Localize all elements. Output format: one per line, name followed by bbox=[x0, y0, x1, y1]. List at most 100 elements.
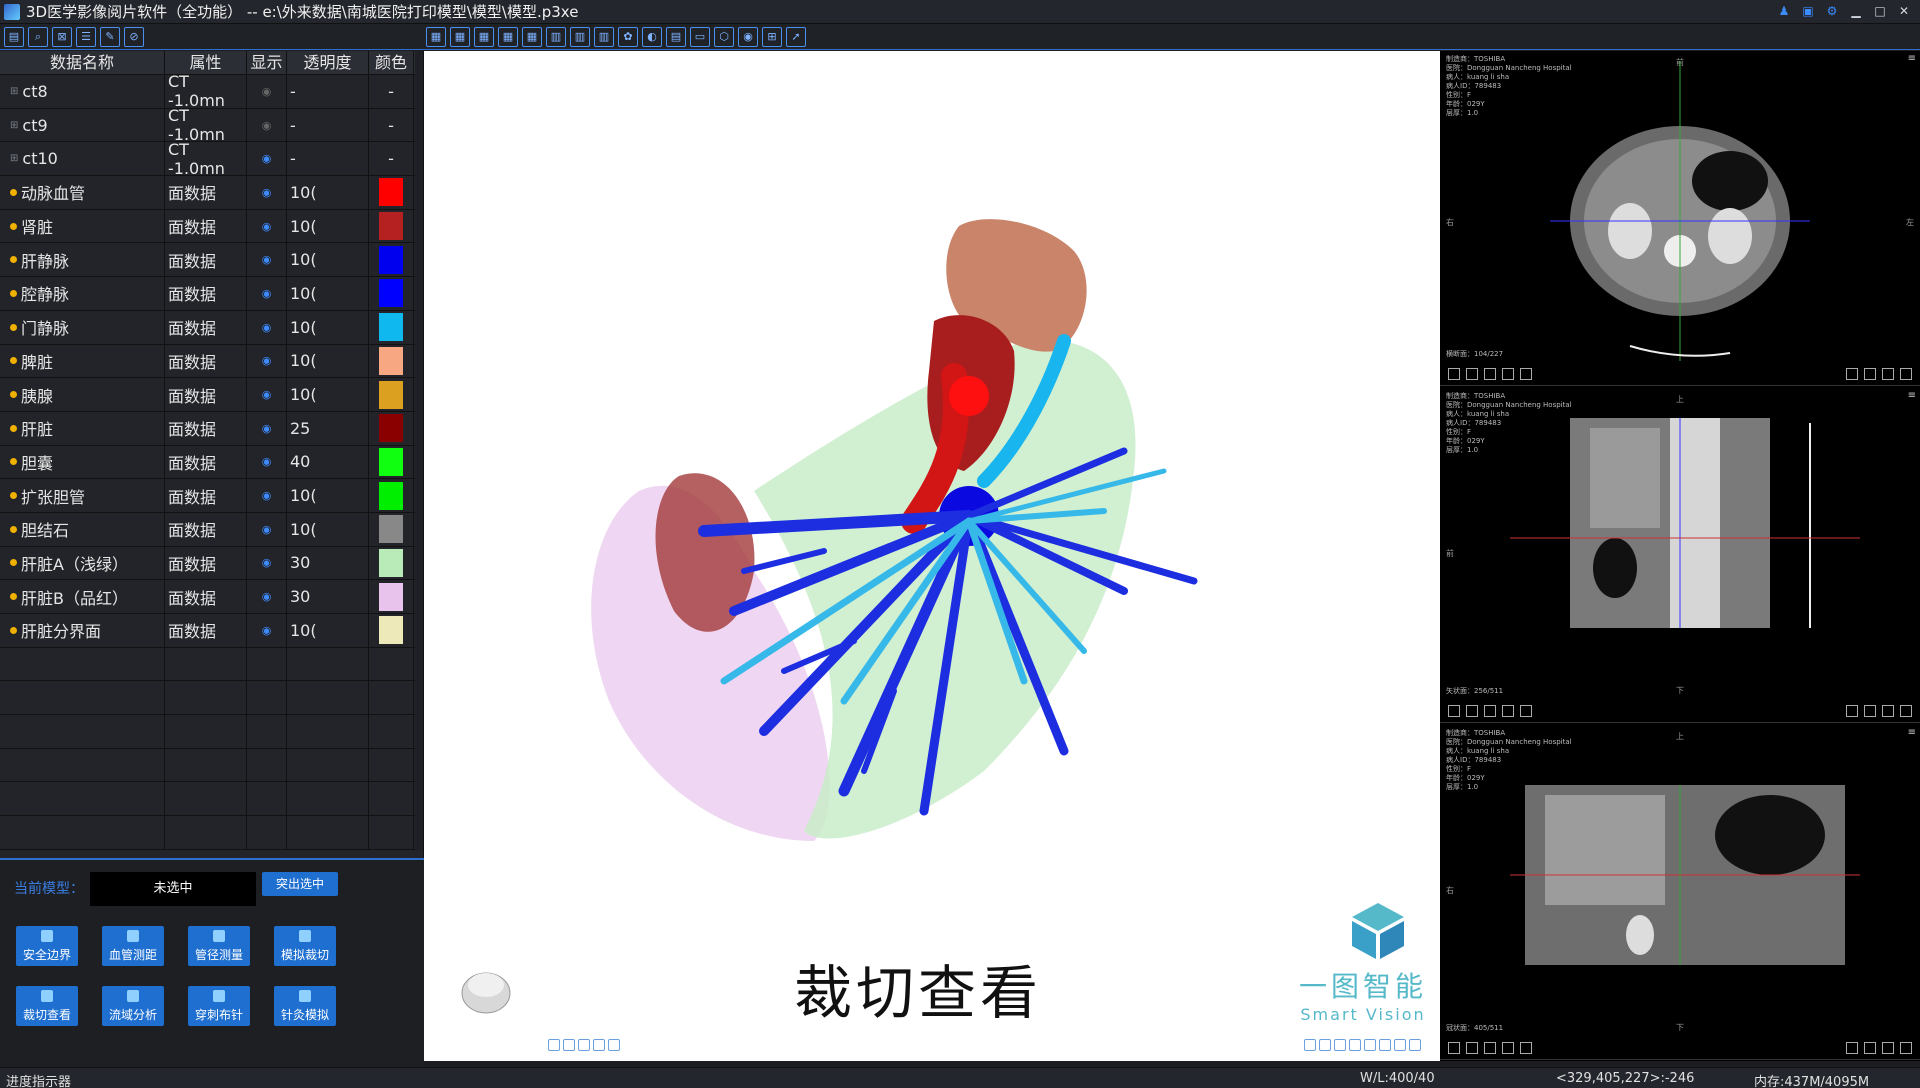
row-opacity-cell[interactable]: 10( bbox=[287, 479, 369, 512]
expand-icon[interactable]: ⊞ bbox=[10, 153, 18, 164]
visibility-eye-icon[interactable]: ◉ bbox=[247, 479, 287, 512]
row-name-cell[interactable]: 胆囊 bbox=[0, 445, 165, 479]
axial-prev-icon[interactable] bbox=[1466, 368, 1478, 380]
sagittal-pen-icon[interactable] bbox=[1846, 705, 1858, 717]
row-color-cell[interactable] bbox=[369, 344, 414, 378]
vp-render-6-icon[interactable] bbox=[1379, 1039, 1391, 1051]
vp-render-5-icon[interactable] bbox=[1364, 1039, 1376, 1051]
row-opacity-cell[interactable]: 30 bbox=[287, 546, 369, 580]
row-name-cell[interactable]: 腔静脉 bbox=[0, 277, 165, 310]
layout-4-icon[interactable]: ▦ bbox=[498, 26, 518, 47]
highlight-selected-button[interactable]: 突出选中 bbox=[262, 872, 338, 896]
row-name-cell[interactable]: 扩张胆管 bbox=[0, 479, 165, 512]
table-row[interactable]: 扩张胆管 面数据 ◉ 10( bbox=[0, 479, 423, 513]
row-name-cell[interactable]: 肝脏B（品红） bbox=[0, 580, 165, 613]
row-name-cell[interactable]: 脾脏 bbox=[0, 344, 165, 378]
vp-prev-icon[interactable] bbox=[563, 1039, 575, 1051]
vp-close-icon[interactable] bbox=[608, 1039, 620, 1051]
table-row[interactable]: 脾脏 面数据 ◉ 10( bbox=[0, 344, 423, 379]
sagittal-expand-icon[interactable] bbox=[1900, 705, 1912, 717]
column-header-color[interactable]: 颜色 bbox=[369, 51, 414, 74]
vp-render-4-icon[interactable] bbox=[1349, 1039, 1361, 1051]
sagittal-first-icon[interactable] bbox=[1448, 705, 1460, 717]
column-header-visible[interactable]: 显示 bbox=[247, 51, 287, 74]
visibility-eye-icon[interactable]: ◉ bbox=[247, 411, 287, 445]
sagittal-angle-icon[interactable] bbox=[1864, 705, 1876, 717]
visibility-eye-icon[interactable]: ◉ bbox=[247, 209, 287, 243]
row-color-cell[interactable] bbox=[369, 243, 414, 277]
puncture-needle-button[interactable]: 穿刺布针 bbox=[188, 986, 250, 1026]
row-color-cell[interactable]: - bbox=[369, 108, 414, 142]
color-swatch[interactable] bbox=[379, 178, 403, 207]
color-swatch[interactable] bbox=[379, 548, 403, 577]
row-name-cell[interactable]: 胆结石 bbox=[0, 512, 165, 546]
color-swatch[interactable] bbox=[379, 447, 403, 476]
layout-3-icon[interactable]: ▦ bbox=[474, 26, 494, 47]
visibility-eye-icon[interactable]: ◉ bbox=[247, 445, 287, 479]
vp-pause-icon[interactable] bbox=[578, 1039, 590, 1051]
row-color-cell[interactable]: - bbox=[369, 75, 414, 108]
row-name-cell[interactable]: 肝脏A（浅绿） bbox=[0, 546, 165, 580]
row-color-cell[interactable] bbox=[369, 546, 414, 580]
open-file-icon[interactable]: ▤ bbox=[4, 26, 24, 47]
row-opacity-cell[interactable]: 25 bbox=[287, 411, 369, 445]
table-row[interactable]: ⊞ ct10 CT -1.0mn ◉ - - bbox=[0, 140, 423, 178]
visibility-eye-icon[interactable]: ◉ bbox=[247, 277, 287, 310]
row-name-cell[interactable]: 门静脉 bbox=[0, 310, 165, 344]
coronal-view[interactable]: ≡ 制造商：TOSHIBA 医院：Dongguan Nancheng Hospi… bbox=[1440, 725, 1920, 1060]
row-color-cell[interactable] bbox=[369, 445, 414, 479]
visibility-eye-icon[interactable]: ◉ bbox=[247, 378, 287, 411]
coronal-close-icon[interactable] bbox=[1520, 1042, 1532, 1054]
camera-icon[interactable]: ◉ bbox=[738, 26, 758, 47]
row-color-cell[interactable] bbox=[369, 310, 414, 344]
axial-expand-icon[interactable] bbox=[1900, 368, 1912, 380]
vp-render-7-icon[interactable] bbox=[1394, 1039, 1406, 1051]
vp-render-2-icon[interactable] bbox=[1319, 1039, 1331, 1051]
simulate-cut-button[interactable]: 模拟裁切 bbox=[274, 926, 336, 966]
row-color-cell[interactable] bbox=[369, 411, 414, 445]
cube-view-icon[interactable]: ⬡ bbox=[714, 26, 734, 47]
aorta-stump[interactable] bbox=[949, 376, 989, 416]
vessel-distance-button[interactable]: 血管测距 bbox=[102, 926, 164, 966]
coronal-prev-icon[interactable] bbox=[1466, 1042, 1478, 1054]
color-swatch[interactable] bbox=[379, 380, 403, 409]
row-opacity-cell[interactable]: 40 bbox=[287, 445, 369, 479]
color-swatch[interactable] bbox=[379, 245, 403, 274]
table-row[interactable]: 动脉血管 面数据 ◉ 10( bbox=[0, 176, 423, 210]
color-swatch[interactable] bbox=[379, 481, 403, 510]
row-color-cell[interactable] bbox=[369, 378, 414, 411]
coronal-next-icon[interactable] bbox=[1502, 1042, 1514, 1054]
acupuncture-sim-button[interactable]: 针灸模拟 bbox=[274, 986, 336, 1026]
row-name-cell[interactable]: 肝静脉 bbox=[0, 243, 165, 277]
row-opacity-cell[interactable]: 30 bbox=[287, 580, 369, 613]
row-opacity-cell[interactable]: 10( bbox=[287, 512, 369, 546]
visibility-eye-icon[interactable]: ◉ bbox=[247, 142, 287, 176]
row-opacity-cell[interactable]: - bbox=[287, 108, 369, 142]
layout-1-icon[interactable]: ▦ bbox=[426, 26, 446, 47]
vp-render-3-icon[interactable] bbox=[1334, 1039, 1346, 1051]
row-opacity-cell[interactable]: - bbox=[287, 142, 369, 176]
sagittal-split-icon[interactable] bbox=[1882, 705, 1894, 717]
vp-render-8-icon[interactable] bbox=[1409, 1039, 1421, 1051]
vp-next-icon[interactable] bbox=[593, 1039, 605, 1051]
sagittal-view[interactable]: ≡ 制造商：TOSHIBA 医院：Dongguan Nancheng Hospi… bbox=[1440, 388, 1920, 723]
color-swatch[interactable] bbox=[379, 346, 403, 375]
color-swatch[interactable] bbox=[379, 582, 403, 611]
layout-2-icon[interactable]: ▦ bbox=[450, 26, 470, 47]
visibility-eye-icon[interactable]: ◉ bbox=[247, 580, 287, 613]
visibility-eye-icon[interactable]: ◉ bbox=[247, 344, 287, 378]
layout-5-icon[interactable]: ▦ bbox=[522, 26, 542, 47]
column-header-name[interactable]: 数据名称 bbox=[0, 51, 165, 74]
table-row[interactable]: 肝脏A（浅绿） 面数据 ◉ 30 bbox=[0, 546, 423, 581]
contrast-icon[interactable]: ◐ bbox=[642, 26, 662, 47]
layout-6-icon[interactable]: ▥ bbox=[546, 26, 566, 47]
table-row[interactable]: 胰腺 面数据 ◉ 10( bbox=[0, 378, 423, 412]
grid-icon[interactable]: ⊞ bbox=[762, 26, 782, 47]
basin-analysis-button[interactable]: 流域分析 bbox=[102, 986, 164, 1026]
window-mode-icon[interactable]: ▣ bbox=[1798, 2, 1818, 20]
table-row[interactable]: 肝脏 面数据 ◉ 25 bbox=[0, 411, 423, 446]
liver-3d-model[interactable] bbox=[424, 51, 1440, 1061]
axial-split-icon[interactable] bbox=[1882, 368, 1894, 380]
table-row[interactable]: 胆结石 面数据 ◉ 10( bbox=[0, 512, 423, 547]
table-row[interactable]: 肝脏B（品红） 面数据 ◉ 30 bbox=[0, 580, 423, 614]
